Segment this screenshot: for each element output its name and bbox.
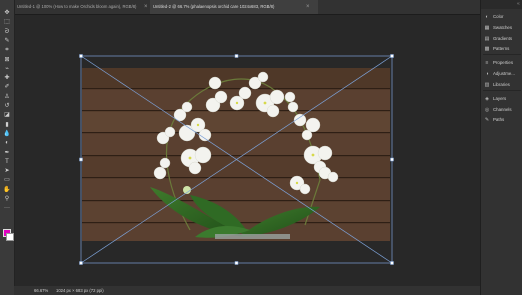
brush-tool-icon[interactable]: ✐ bbox=[2, 83, 12, 91]
history-brush-tool-icon[interactable]: ↺ bbox=[2, 102, 12, 110]
hand-tool-icon[interactable]: ✋ bbox=[2, 186, 12, 194]
panel-patterns[interactable]: ▩ Patterns bbox=[483, 44, 522, 54]
panel-adjustments[interactable]: ◑ Adjustme... bbox=[483, 69, 522, 79]
panel-channels-label: Channels bbox=[493, 107, 512, 112]
path-select-tool-icon[interactable]: ➤ bbox=[2, 167, 12, 175]
document-tab-1-label: Untitled-1 @ 100% (How to make Orchids b… bbox=[17, 4, 137, 9]
move-tool-icon[interactable]: ✥ bbox=[2, 9, 12, 17]
patterns-panel-icon: ▩ bbox=[484, 46, 490, 52]
document-canvas[interactable] bbox=[15, 15, 480, 286]
panel-layers-label: Layers bbox=[493, 96, 507, 101]
color-panel-icon: ◐ bbox=[485, 14, 489, 20]
panel-group-divider bbox=[483, 54, 521, 55]
panel-libraries-label: Libraries bbox=[493, 82, 510, 87]
panel-adjustments-label: Adjustme... bbox=[493, 71, 515, 76]
panel-paths-label: Paths bbox=[493, 117, 505, 122]
panel-properties-label: Properties bbox=[493, 60, 514, 65]
paths-panel-icon: ✎ bbox=[484, 117, 490, 123]
panel-gradients-label: Gradients bbox=[493, 36, 513, 41]
gradients-panel-icon: ▤ bbox=[484, 36, 490, 42]
more-tools-icon[interactable]: ··· bbox=[2, 204, 12, 212]
layers-panel-icon: ◈ bbox=[485, 96, 489, 102]
panel-dock-header: « bbox=[481, 0, 522, 9]
document-info[interactable]: 1024 px × 683 px (72 ppi) bbox=[56, 286, 104, 295]
lasso-tool-icon[interactable]: ᘐ bbox=[2, 28, 12, 36]
healing-brush-tool-icon[interactable]: ✚ bbox=[2, 74, 12, 82]
properties-panel-icon: ≡ bbox=[485, 60, 489, 66]
type-tool-icon[interactable]: T bbox=[2, 158, 12, 166]
panel-color-label: Color bbox=[493, 14, 504, 19]
dodge-tool-icon[interactable]: ◐ bbox=[2, 139, 12, 147]
clone-stamp-tool-icon[interactable]: ♙ bbox=[2, 93, 12, 101]
panel-dock: « ◐ Color ▦ Swatches ▤ Gradients ▩ Patterns ≡ Pro… bbox=[480, 0, 522, 295]
tools-panel: ✥ ⬚ ᘐ ✎ ⌗ ⊠ ⌁ ✚ ✐ ♙ ↺ ◪ ▮ 💧 ◐ ✒ T ➤ ▭ ✋ ⚲ ··· bbox=[0, 0, 15, 295]
channels-panel-icon: ◎ bbox=[484, 107, 490, 113]
canvas-workspace[interactable] bbox=[15, 15, 480, 286]
quick-select-tool-icon[interactable]: ✎ bbox=[2, 37, 12, 45]
rectangle-tool-icon[interactable]: ▭ bbox=[2, 176, 12, 184]
status-bar: 66.67% 1024 px × 683 px (72 ppi) bbox=[14, 286, 480, 295]
panel-properties[interactable]: ≡ Properties bbox=[483, 58, 522, 68]
document-tab-2-label: Untitled-2 @ 66.7% (phalaenopsis orchid … bbox=[153, 4, 275, 9]
panel-color[interactable]: ◐ Color bbox=[483, 12, 522, 22]
document-tab-bar: Untitled-1 @ 100% (How to make Orchids b… bbox=[14, 0, 480, 15]
libraries-panel-icon: ▥ bbox=[484, 82, 490, 88]
zoom-level[interactable]: 66.67% bbox=[34, 286, 48, 295]
panel-paths[interactable]: ✎ Paths bbox=[483, 115, 522, 125]
adjustments-panel-icon: ◑ bbox=[485, 71, 489, 77]
blur-tool-icon[interactable]: 💧 bbox=[2, 130, 12, 138]
panel-group-divider bbox=[483, 90, 521, 91]
close-tab-1-icon[interactable]: × bbox=[144, 0, 148, 14]
document-tab-2[interactable]: Untitled-2 @ 66.7% (phalaenopsis orchid … bbox=[150, 0, 318, 14]
panel-gradients[interactable]: ▤ Gradients bbox=[483, 34, 522, 44]
zoom-tool-icon[interactable]: ⚲ bbox=[2, 195, 12, 203]
marquee-tool-icon[interactable]: ⬚ bbox=[2, 18, 12, 26]
document-tab-1[interactable]: Untitled-1 @ 100% (How to make Orchids b… bbox=[14, 0, 152, 14]
close-tab-2-icon[interactable]: × bbox=[306, 0, 310, 14]
eyedropper-tool-icon[interactable]: ⌁ bbox=[2, 65, 12, 73]
orchid-photo bbox=[82, 68, 390, 241]
panel-patterns-label: Patterns bbox=[493, 46, 510, 51]
crop-tool-icon[interactable]: ⌗ bbox=[2, 46, 12, 54]
panel-layers[interactable]: ◈ Layers bbox=[483, 94, 522, 104]
background-color-swatch[interactable] bbox=[6, 233, 14, 241]
panel-swatches-label: Swatches bbox=[493, 25, 513, 30]
collapse-panels-icon[interactable]: « bbox=[517, 2, 520, 7]
panel-channels[interactable]: ◎ Channels bbox=[483, 105, 522, 115]
pen-tool-icon[interactable]: ✒ bbox=[2, 149, 12, 157]
frame-tool-icon[interactable]: ⊠ bbox=[2, 56, 12, 64]
eraser-tool-icon[interactable]: ◪ bbox=[2, 111, 12, 119]
panel-libraries[interactable]: ▥ Libraries bbox=[483, 80, 522, 90]
gradient-tool-icon[interactable]: ▮ bbox=[2, 121, 12, 129]
panel-swatches[interactable]: ▦ Swatches bbox=[483, 23, 522, 33]
swatches-panel-icon: ▦ bbox=[484, 25, 490, 31]
